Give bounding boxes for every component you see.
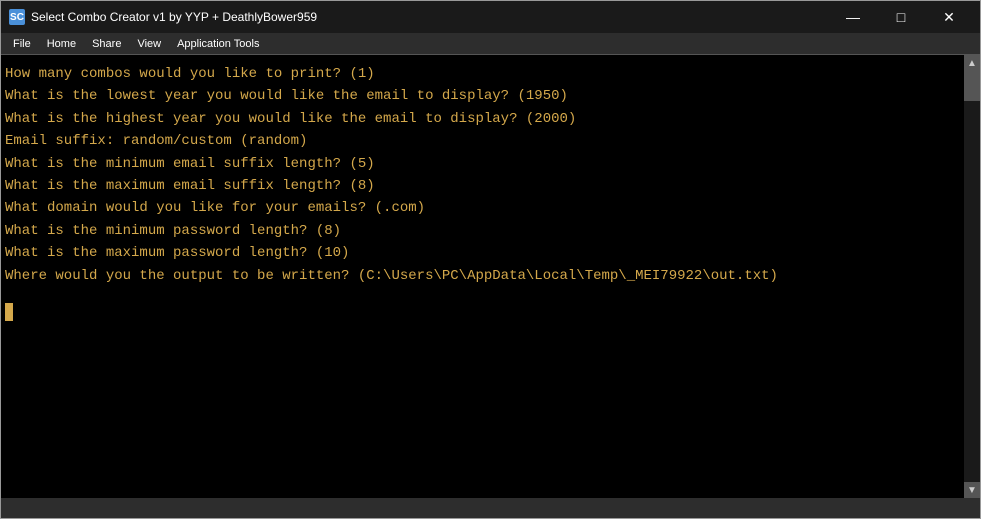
menu-home[interactable]: Home [39, 36, 84, 52]
title-bar: SC Select Combo Creator v1 by YYP + Deat… [1, 1, 980, 33]
terminal-line: How many combos would you like to print?… [5, 63, 976, 85]
terminal-line: What is the lowest year you would like t… [5, 85, 976, 107]
scrollbar-thumb[interactable] [964, 71, 980, 101]
window-title: Select Combo Creator v1 by YYP + Deathly… [31, 10, 317, 24]
main-window: SC Select Combo Creator v1 by YYP + Deat… [0, 0, 981, 519]
scrollbar[interactable]: ▲ ▼ [964, 55, 980, 498]
scrollbar-track[interactable] [964, 71, 980, 482]
terminal-line: What is the maximum password length? (10… [5, 242, 976, 264]
app-icon: SC [9, 9, 25, 25]
status-bar [1, 498, 980, 518]
scroll-up-button[interactable]: ▲ [964, 55, 980, 71]
menu-bar: File Home Share View Application Tools [1, 33, 980, 55]
title-bar-left: SC Select Combo Creator v1 by YYP + Deat… [9, 9, 317, 25]
close-button[interactable]: ✕ [926, 4, 972, 30]
app-icon-text: SC [10, 12, 24, 23]
minimize-button[interactable]: — [830, 4, 876, 30]
terminal-content: How many combos would you like to print?… [5, 63, 976, 494]
scroll-down-button[interactable]: ▼ [964, 482, 980, 498]
terminal-line: What is the minimum email suffix length?… [5, 153, 976, 175]
window-controls: — □ ✕ [830, 4, 972, 30]
terminal-line: Where would you the output to be written… [5, 265, 976, 287]
text-cursor [5, 303, 13, 321]
menu-view[interactable]: View [129, 36, 169, 52]
terminal-line: What domain would you like for your emai… [5, 197, 976, 219]
cursor-line [5, 303, 976, 321]
maximize-button[interactable]: □ [878, 4, 924, 30]
terminal-line: What is the highest year you would like … [5, 108, 976, 130]
terminal-line: What is the minimum password length? (8) [5, 220, 976, 242]
terminal-area[interactable]: How many combos would you like to print?… [1, 55, 980, 498]
menu-share[interactable]: Share [84, 36, 129, 52]
menu-application-tools[interactable]: Application Tools [169, 36, 267, 52]
menu-file[interactable]: File [5, 36, 39, 52]
terminal-line: What is the maximum email suffix length?… [5, 175, 976, 197]
terminal-line: Email suffix: random/custom (random) [5, 130, 976, 152]
